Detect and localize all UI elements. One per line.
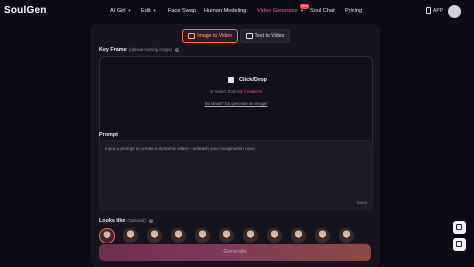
face-option[interactable] <box>171 228 186 243</box>
face-option[interactable] <box>267 228 282 243</box>
select-prefix: or Select from <box>210 89 237 94</box>
tab-image-to-video[interactable]: Image to Video <box>182 29 238 43</box>
text-icon <box>245 32 253 39</box>
nav-pricing[interactable]: Pricing <box>345 8 362 14</box>
nav-soul-chat[interactable]: Soul Chat <box>310 8 335 14</box>
face-option[interactable] <box>315 228 330 243</box>
click-drop-label: Click/Drop <box>239 77 267 83</box>
nav-video-generator-label: Video Generator <box>257 8 298 14</box>
generate-button[interactable]: Generate <box>99 244 371 261</box>
nav-edit-label: Edit <box>141 8 151 14</box>
app-download-button[interactable]: APP <box>426 7 443 14</box>
my-creations-link[interactable]: My Creations <box>237 89 262 94</box>
face-option[interactable] <box>147 228 162 243</box>
nav-video-generator[interactable]: Video Generator ▼ <box>257 8 304 14</box>
chevron-down-icon: ▼ <box>299 8 304 13</box>
upload-icon <box>228 77 234 83</box>
image-icon <box>188 32 196 39</box>
user-avatar[interactable] <box>448 5 461 18</box>
chat-icon <box>456 241 462 247</box>
generate-image-link[interactable]: No ideas? Go generate an image! <box>100 101 372 106</box>
new-badge: New <box>300 4 310 9</box>
keyframe-upload-area[interactable]: Click/Drop or Select from My Creations N… <box>99 56 373 150</box>
face-option[interactable] <box>195 228 210 243</box>
select-from-text: or Select from My Creations <box>100 89 372 94</box>
side-share-button[interactable] <box>453 221 466 234</box>
nav-ai-girl-label: AI Girl <box>110 8 126 14</box>
keyframe-sublabel: (Upload starting image) <box>128 47 173 52</box>
video-generator-panel: Image to Video Text to Video Key Frame (U… <box>90 24 380 267</box>
face-option[interactable] <box>123 228 138 243</box>
face-option[interactable] <box>339 228 354 243</box>
nav-human-modeling[interactable]: Human Modeling <box>204 8 246 14</box>
looks-like-title: Looks like <box>99 218 126 224</box>
app-label: APP <box>433 7 444 14</box>
looks-like-label: Looks like (Optional)? <box>99 218 153 224</box>
phone-icon <box>426 7 431 14</box>
face-option[interactable] <box>291 228 306 243</box>
nav-face-swap[interactable]: Face Swap <box>168 8 196 14</box>
chevron-down-icon: ▼ <box>127 8 132 13</box>
prompt-textarea[interactable]: Input a prompt to create a dynamic video… <box>99 140 373 210</box>
tab-text-to-video[interactable]: Text to Video <box>240 29 290 43</box>
chevron-down-icon: ▼ <box>152 8 157 13</box>
tab-image-to-video-label: Image to Video <box>197 33 232 39</box>
top-nav-bar: SoulGen AI Girl ▼ Edit ▼ Face Swap Human M… <box>0 0 474 24</box>
keyframe-title: Key Frame <box>99 47 127 53</box>
prompt-label: Prompt <box>99 132 118 138</box>
nav-ai-girl[interactable]: AI Girl ▼ <box>110 8 132 14</box>
looks-like-sublabel: (Optional) <box>127 218 146 223</box>
share-icon <box>456 224 462 230</box>
help-icon[interactable]: ? <box>175 47 180 52</box>
face-option[interactable] <box>99 228 115 243</box>
keyframe-label: Key Frame (Upload starting image)? <box>99 47 180 53</box>
help-icon[interactable]: ? <box>148 218 153 223</box>
side-chat-button[interactable] <box>453 238 466 251</box>
looks-like-carousel <box>99 227 371 243</box>
face-option[interactable] <box>219 228 234 243</box>
logo[interactable]: SoulGen <box>4 5 47 16</box>
tab-text-to-video-label: Text to Video <box>254 33 285 39</box>
prompt-placeholder: Input a prompt to create a dynamic video… <box>105 146 255 151</box>
face-option[interactable] <box>243 228 258 243</box>
nav-edit[interactable]: Edit ▼ <box>141 8 157 14</box>
character-counter: 0/800 <box>356 200 367 205</box>
